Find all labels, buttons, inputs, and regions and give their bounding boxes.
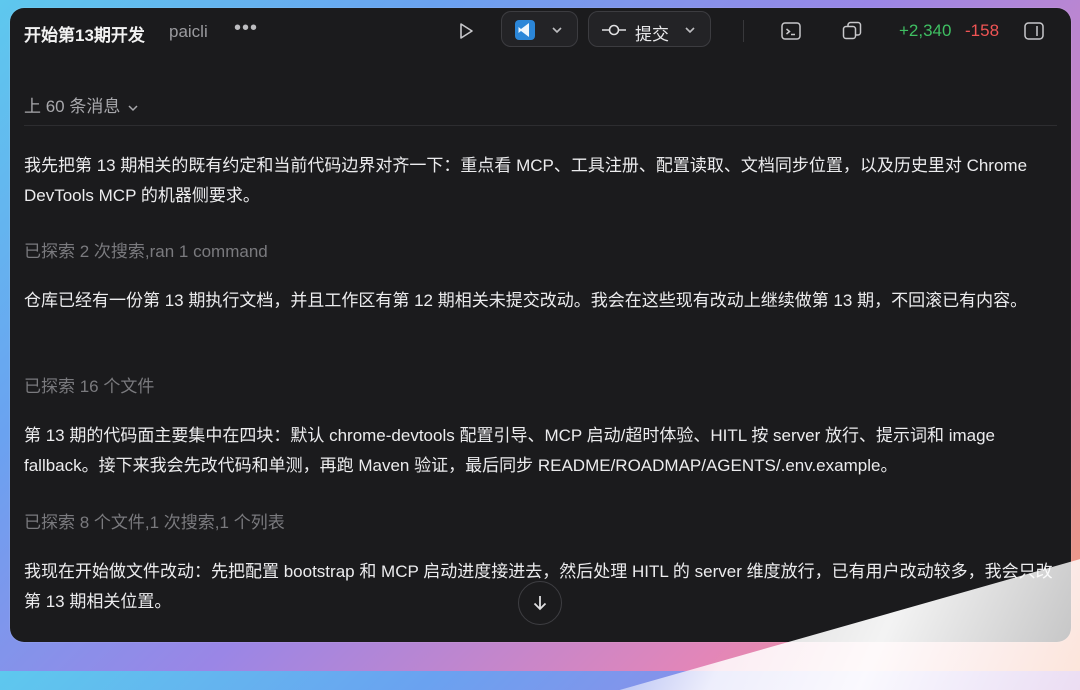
more-options-icon[interactable]: •••	[234, 17, 258, 40]
assistant-message: 我先把第 13 期相关的既有约定和当前代码边界对齐一下：重点看 MCP、工具注册…	[24, 156, 1028, 205]
diff-removed-count[interactable]: -158	[965, 21, 999, 41]
earlier-messages-label: 上 60 条消息	[24, 97, 121, 116]
app-window: 开始第13期开发 paicli ••• 提交 +2,340 -158 上 60 …	[10, 8, 1071, 642]
arrow-down-icon	[533, 596, 547, 611]
diff-added-count[interactable]: +2,340	[899, 21, 951, 41]
copy-icon[interactable]	[841, 20, 863, 42]
git-commit-icon	[602, 24, 626, 36]
activity-summary[interactable]: 已探索 16 个文件	[24, 372, 154, 397]
commit-label: 提交	[635, 25, 669, 44]
terminal-icon[interactable]	[780, 20, 802, 42]
assistant-message: 仓库已经有一份第 13 期执行文档，并且工作区有第 12 期相关未提交改动。我会…	[24, 291, 1028, 310]
title-bar: 开始第13期开发 paicli ••• 提交 +2,340 -158	[10, 8, 1071, 58]
chevron-down-icon	[128, 104, 138, 111]
thread-title[interactable]: 开始第13期开发	[24, 21, 145, 46]
earlier-messages-toggle[interactable]: 上 60 条消息	[24, 92, 140, 117]
side-panel-toggle-icon[interactable]	[1023, 20, 1045, 42]
vscode-icon	[515, 20, 535, 40]
open-in-editor-button[interactable]	[501, 11, 578, 47]
chevron-down-icon	[685, 27, 695, 34]
chevron-down-icon	[552, 27, 562, 34]
history-divider	[24, 125, 1057, 126]
toolbar-divider	[743, 20, 744, 42]
activity-summary[interactable]: 已探索 8 个文件,1 次搜索,1 个列表	[24, 508, 285, 533]
commit-button[interactable]: 提交	[588, 11, 711, 47]
run-icon[interactable]	[456, 21, 476, 41]
scroll-to-bottom-button[interactable]	[518, 581, 562, 625]
assistant-message: 第 13 期的代码面主要集中在四块：默认 chrome-devtools 配置引…	[24, 426, 996, 475]
activity-summary[interactable]: 已探索 2 次搜索,ran 1 command	[24, 237, 268, 262]
repo-name[interactable]: paicli	[169, 22, 208, 42]
